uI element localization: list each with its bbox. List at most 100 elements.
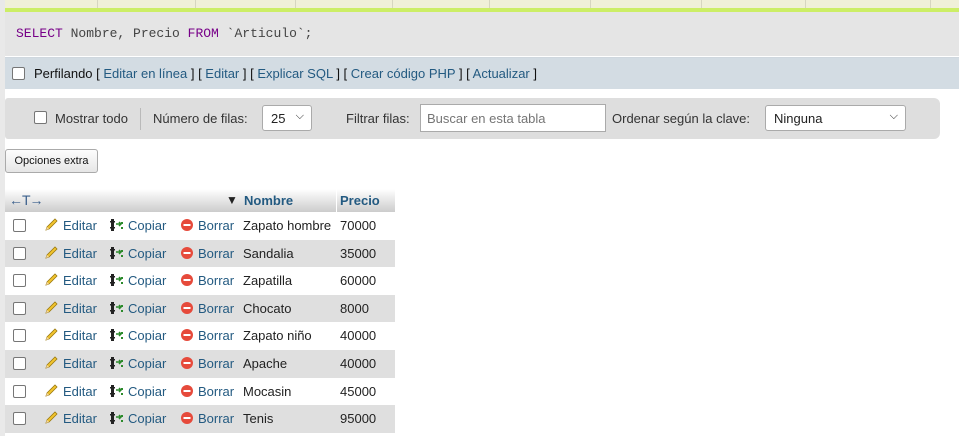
filter-placeholder: Buscar en esta tabla xyxy=(427,111,546,126)
row-checkbox[interactable] xyxy=(13,274,26,288)
row-checkbox[interactable] xyxy=(13,246,26,260)
row-checkbox[interactable] xyxy=(13,356,26,370)
copy-row-link[interactable]: Copiar xyxy=(109,328,166,343)
profiling-checkbox[interactable] xyxy=(12,67,25,80)
pencil-icon xyxy=(44,328,60,342)
row-checkbox[interactable] xyxy=(13,412,26,426)
copy-icon xyxy=(109,356,125,370)
copy-label: Copiar xyxy=(128,411,167,427)
column-header-nombre[interactable]: Nombre xyxy=(244,193,293,208)
delete-row-link[interactable]: Borrar xyxy=(179,328,234,343)
show-all-checkbox[interactable] xyxy=(34,111,47,124)
delete-icon xyxy=(179,273,195,287)
delete-row-link[interactable]: Borrar xyxy=(179,246,234,261)
table-row[interactable]: Editar Copiar Borrar Zapatilla 60000 xyxy=(5,267,395,295)
pencil-icon xyxy=(44,356,60,370)
delete-row-link[interactable]: Borrar xyxy=(179,356,234,371)
top-tab-strip xyxy=(5,0,959,12)
edit-row-link[interactable]: Editar xyxy=(44,301,97,316)
sql-query-box: SELECT Nombre, Precio FROM `Articulo`; xyxy=(5,12,959,56)
edit-row-link[interactable]: Editar xyxy=(44,273,97,288)
sql-query-text: SELECT Nombre, Precio FROM `Articulo`; xyxy=(16,26,312,41)
table-header: ←T→ ▼ Nombre Precio xyxy=(5,189,395,212)
column-header-precio[interactable]: Precio xyxy=(340,193,380,208)
edit-label: Editar xyxy=(63,355,97,371)
delete-row-link[interactable]: Borrar xyxy=(179,218,234,233)
cell-precio: 60000 xyxy=(340,273,377,289)
rows-per-page-value: 25 xyxy=(271,111,286,126)
delete-row-link[interactable]: Borrar xyxy=(179,411,234,426)
edit-row-link[interactable]: Editar xyxy=(44,246,97,261)
copy-icon xyxy=(109,384,125,398)
row-checkbox[interactable] xyxy=(13,301,26,315)
copy-row-link[interactable]: Copiar xyxy=(109,411,166,426)
rows-per-page-select[interactable]: 25 ⌵ xyxy=(262,105,312,131)
refresh-link[interactable]: Actualizar xyxy=(473,66,530,81)
extra-options-button[interactable]: Opciones extra xyxy=(5,149,98,173)
sql-keyword-select: SELECT xyxy=(16,26,63,41)
sql-columns: Nombre, Precio xyxy=(62,26,188,41)
delete-row-link[interactable]: Borrar xyxy=(179,384,234,399)
edit-row-link[interactable]: Editar xyxy=(44,411,97,426)
delete-label: Borrar xyxy=(198,218,235,233)
row-checkbox[interactable] xyxy=(13,384,26,398)
copy-icon xyxy=(109,246,125,260)
delete-label: Borrar xyxy=(198,383,235,399)
copy-label: Copiar xyxy=(128,300,167,316)
copy-icon xyxy=(109,301,125,315)
sort-triangle-icon[interactable]: ▼ xyxy=(226,193,238,207)
inline-edit-link[interactable]: Editar en línea xyxy=(103,66,187,81)
copy-row-link[interactable]: Copiar xyxy=(109,218,166,233)
filter-rows-input[interactable]: Buscar en esta tabla xyxy=(420,104,606,132)
chevron-down-icon: ⌵ xyxy=(295,110,304,122)
delete-row-link[interactable]: Borrar xyxy=(179,273,234,288)
copy-row-link[interactable]: Copiar xyxy=(109,301,166,316)
table-controls-bar: Mostrar todo Número de filas: 25 ⌵ Filtr… xyxy=(5,98,940,139)
edit-row-link[interactable]: Editar xyxy=(44,218,97,233)
pencil-icon xyxy=(44,301,60,315)
edit-row-link[interactable]: Editar xyxy=(44,384,97,399)
row-checkbox[interactable] xyxy=(13,329,26,343)
copy-icon xyxy=(109,273,125,287)
results-table: ←T→ ▼ Nombre Precio Editar Copiar Borrar Za… xyxy=(5,189,395,433)
table-row[interactable]: Editar Copiar Borrar Zapato hombre 70000 xyxy=(5,212,395,240)
chevron-down-icon: ⌵ xyxy=(889,110,898,122)
edit-query-link[interactable]: Editar xyxy=(205,66,239,81)
delete-label: Borrar xyxy=(198,300,235,316)
delete-label: Borrar xyxy=(198,355,235,371)
copy-row-link[interactable]: Copiar xyxy=(109,356,166,371)
table-row[interactable]: Editar Copiar Borrar Tenis 95000 xyxy=(5,405,395,433)
cell-nombre: Tenis xyxy=(243,411,274,427)
copy-row-link[interactable]: Copiar xyxy=(109,384,166,399)
table-row[interactable]: Editar Copiar Borrar Mocasin 45000 xyxy=(5,377,395,406)
edit-row-link[interactable]: Editar xyxy=(44,356,97,371)
delete-row-link[interactable]: Borrar xyxy=(179,301,234,316)
delete-label: Borrar xyxy=(198,273,235,289)
delete-icon xyxy=(179,246,195,260)
row-checkbox[interactable] xyxy=(13,219,26,232)
pencil-icon xyxy=(44,218,60,232)
delete-icon xyxy=(179,301,195,315)
cell-precio: 40000 xyxy=(340,328,377,344)
edit-label: Editar xyxy=(63,218,97,233)
copy-label: Copiar xyxy=(128,328,167,344)
copy-label: Copiar xyxy=(128,218,167,233)
profiling-bar: Perfilando [ Editar en línea ] [ Editar … xyxy=(5,57,959,89)
table-row[interactable]: Editar Copiar Borrar Zapato niño 40000 xyxy=(5,322,395,350)
cell-precio: 70000 xyxy=(340,218,377,233)
sort-by-key-select[interactable]: Ninguna ⌵ xyxy=(765,105,906,131)
copy-row-link[interactable]: Copiar xyxy=(109,246,166,261)
pencil-icon xyxy=(44,246,60,260)
delete-label: Borrar xyxy=(198,328,235,344)
edit-row-link[interactable]: Editar xyxy=(44,328,97,343)
table-row[interactable]: Editar Copiar Borrar Chocato 8000 xyxy=(5,294,395,323)
table-row[interactable]: Editar Copiar Borrar Sandalia 35000 xyxy=(5,239,395,268)
copy-label: Copiar xyxy=(128,273,167,289)
create-php-link[interactable]: Crear código PHP xyxy=(351,66,456,81)
explain-sql-link[interactable]: Explicar SQL xyxy=(257,66,332,81)
table-row[interactable]: Editar Copiar Borrar Apache 40000 xyxy=(5,349,395,378)
cell-nombre: Zapato niño xyxy=(243,328,312,344)
copy-row-link[interactable]: Copiar xyxy=(109,273,166,288)
column-resize-arrows-icon[interactable]: ←T→ xyxy=(9,192,44,208)
filter-rows-label: Filtrar filas: xyxy=(346,111,410,126)
